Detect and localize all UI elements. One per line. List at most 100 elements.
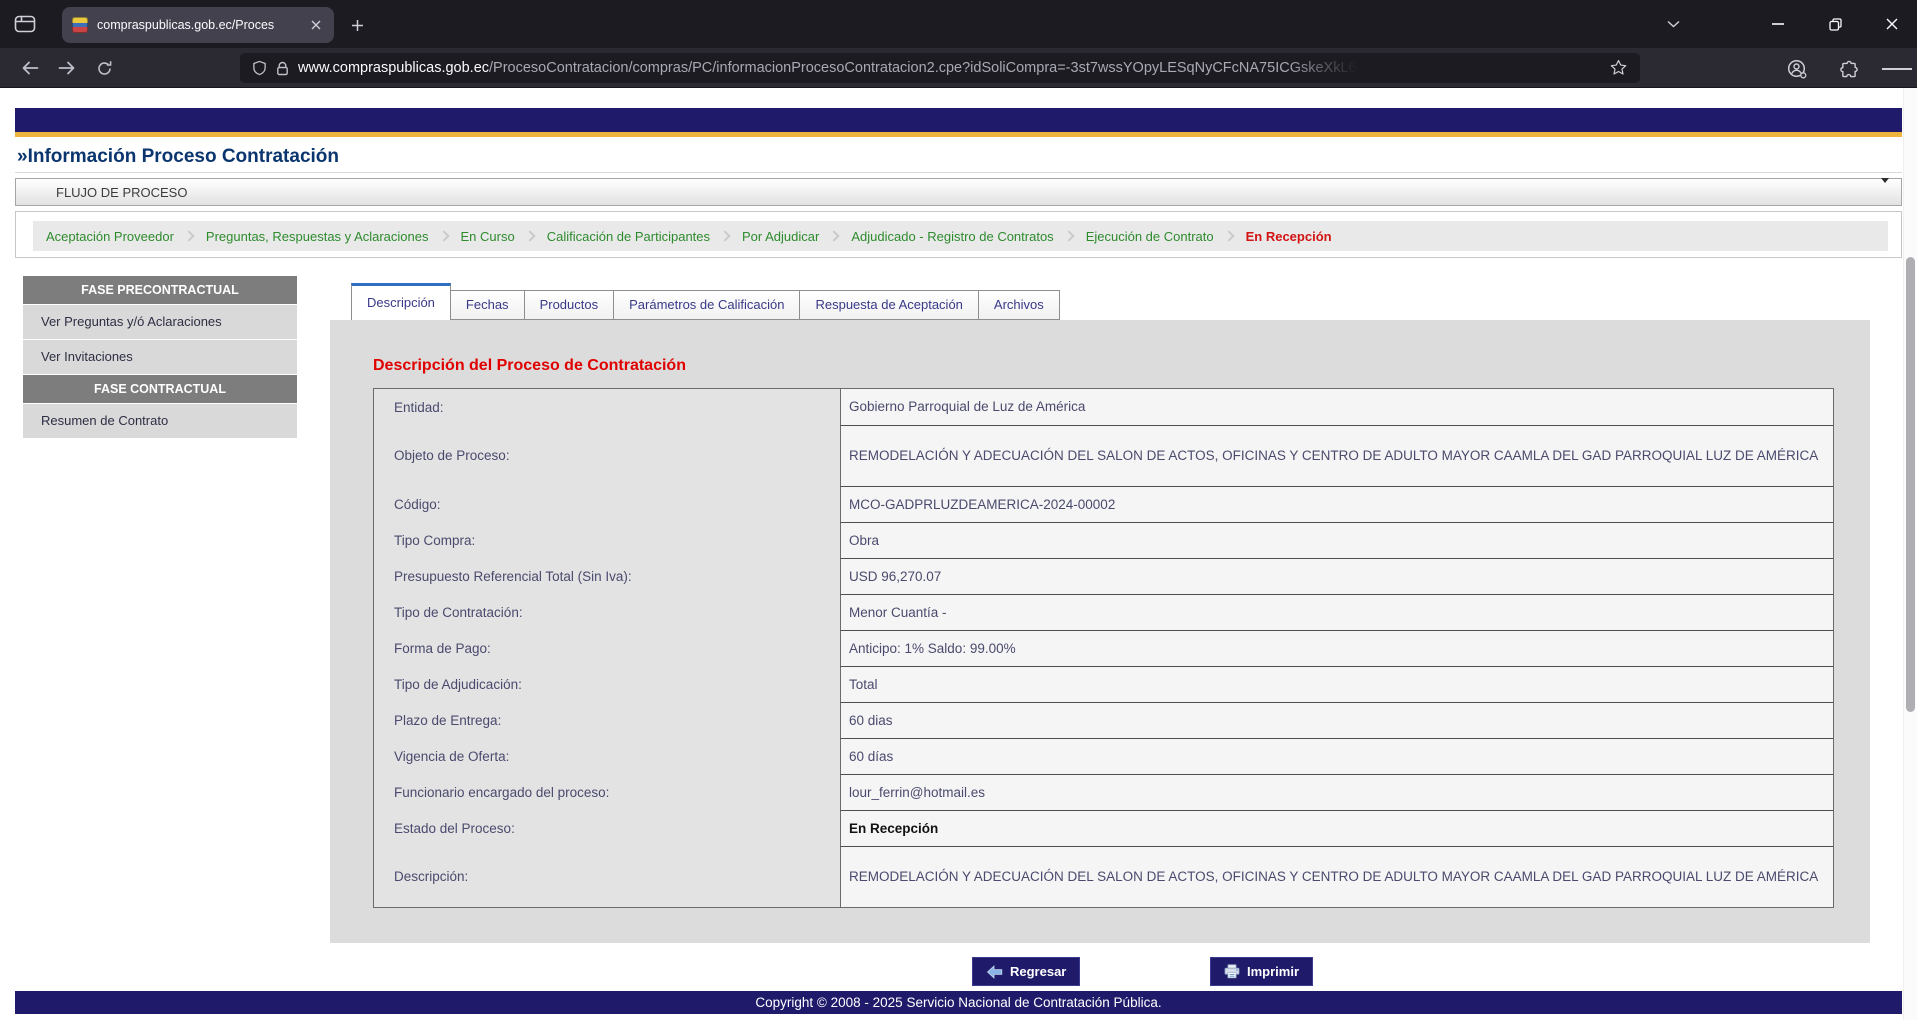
table-row-descripcion: Descripción: REMODELACIÓN Y ADECUACIÓN D… bbox=[374, 846, 1833, 907]
tracking-shield-icon[interactable] bbox=[252, 60, 267, 76]
back-arrow-icon bbox=[986, 965, 1003, 979]
row-label: Entidad: bbox=[374, 389, 840, 425]
row-value: Obra bbox=[840, 522, 1833, 558]
tab-fechas[interactable]: Fechas bbox=[451, 290, 525, 320]
process-flow-dropdown[interactable]: FLUJO DE PROCESO bbox=[15, 178, 1902, 206]
sidebar-item-resumen-contrato[interactable]: Resumen de Contrato bbox=[23, 404, 297, 438]
firefox-view-icon[interactable] bbox=[10, 9, 40, 39]
row-value: Anticipo: 1% Saldo: 99.00% bbox=[840, 630, 1833, 666]
site-favicon-icon bbox=[72, 17, 88, 33]
step-adjudicado-registro-contratos[interactable]: Adjudicado - Registro de Contratos bbox=[851, 229, 1053, 244]
tab-title: compraspublicas.gob.ec/Proces bbox=[97, 18, 306, 32]
list-tabs-chevron-icon[interactable] bbox=[1658, 9, 1688, 39]
reload-button[interactable] bbox=[88, 52, 120, 84]
tab-descripcion[interactable]: Descripción bbox=[351, 283, 451, 320]
tab-parametros-calificacion[interactable]: Parámetros de Calificación bbox=[614, 290, 800, 320]
step-current-en-recepcion: En Recepción bbox=[1246, 229, 1332, 244]
table-row-presupuesto: Presupuesto Referencial Total (Sin Iva):… bbox=[374, 558, 1833, 594]
row-label: Código: bbox=[374, 486, 840, 522]
window-close-button[interactable] bbox=[1877, 9, 1907, 39]
regresar-label: Regresar bbox=[1010, 964, 1066, 979]
window-restore-button[interactable] bbox=[1820, 9, 1850, 39]
sidebar-item-ver-preguntas[interactable]: Ver Preguntas y/ó Aclaraciones bbox=[23, 305, 297, 339]
browser-tab-bar: compraspublicas.gob.ec/Proces bbox=[0, 0, 1917, 48]
table-row-plazo-entrega: Plazo de Entrega: 60 dias bbox=[374, 702, 1833, 738]
scrollbar-thumb[interactable] bbox=[1906, 257, 1915, 712]
row-value: Gobierno Parroquial de Luz de América bbox=[840, 389, 1833, 425]
row-label: Forma de Pago: bbox=[374, 630, 840, 666]
breadcrumb-separator-icon bbox=[524, 230, 535, 241]
back-button[interactable] bbox=[14, 52, 46, 84]
row-label: Presupuesto Referencial Total (Sin Iva): bbox=[374, 558, 840, 594]
site-header-band bbox=[15, 108, 1902, 132]
action-buttons-row: Regresar Imprimir bbox=[330, 943, 1870, 991]
section-heading: Descripción del Proceso de Contratación bbox=[373, 357, 1834, 375]
table-row-tipo-contratacion: Tipo de Contratación: Menor Cuantía - bbox=[374, 594, 1833, 630]
url-bar[interactable]: www.compraspublicas.gob.ec/ProcesoContra… bbox=[240, 53, 1640, 83]
row-label: Objeto de Proceso: bbox=[374, 425, 840, 486]
row-label: Funcionario encargado del proceso: bbox=[374, 774, 840, 810]
sidebar-header-fase-contractual: FASE CONTRACTUAL bbox=[23, 375, 297, 403]
forward-button[interactable] bbox=[51, 52, 83, 84]
row-value: Menor Cuantía - bbox=[840, 594, 1833, 630]
process-steps-container: Aceptación Proveedor Preguntas, Respuest… bbox=[15, 211, 1902, 258]
lock-icon[interactable] bbox=[276, 61, 289, 76]
table-row-objeto-proceso: Objeto de Proceso: REMODELACIÓN Y ADECUA… bbox=[374, 425, 1833, 486]
window-minimize-button[interactable] bbox=[1763, 9, 1793, 39]
regresar-button[interactable]: Regresar bbox=[972, 957, 1080, 986]
table-row-vigencia-oferta: Vigencia de Oferta: 60 días bbox=[374, 738, 1833, 774]
browser-toolbar: www.compraspublicas.gob.ec/ProcesoContra… bbox=[0, 48, 1917, 88]
breadcrumb-separator-icon bbox=[1063, 230, 1074, 241]
row-label: Descripción: bbox=[374, 846, 840, 907]
url-domain: www.compraspublicas.gob.ec bbox=[298, 60, 489, 76]
extensions-puzzle-icon[interactable] bbox=[1834, 54, 1864, 84]
table-row-forma-pago: Forma de Pago: Anticipo: 1% Saldo: 99.00… bbox=[374, 630, 1833, 666]
breadcrumb-separator-icon bbox=[1223, 230, 1234, 241]
process-details-table: Entidad: Gobierno Parroquial de Luz de A… bbox=[373, 388, 1834, 908]
row-value: 60 días bbox=[840, 738, 1833, 774]
process-steps-breadcrumb: Aceptación Proveedor Preguntas, Respuest… bbox=[33, 221, 1888, 251]
dropdown-caret-icon bbox=[1881, 183, 1889, 201]
page-title: »Información Proceso Contratación bbox=[15, 137, 1902, 173]
row-value: REMODELACIÓN Y ADECUACIÓN DEL SALON DE A… bbox=[840, 846, 1833, 907]
step-aceptacion-proveedor[interactable]: Aceptación Proveedor bbox=[46, 229, 174, 244]
page-viewport: »Información Proceso Contratación FLUJO … bbox=[0, 88, 1917, 1020]
row-label: Tipo de Contratación: bbox=[374, 594, 840, 630]
detail-tabs: Descripción Fechas Productos Parámetros … bbox=[330, 283, 1870, 320]
imprimir-button[interactable]: Imprimir bbox=[1210, 957, 1313, 986]
sidebar-item-ver-invitaciones[interactable]: Ver Invitaciones bbox=[23, 340, 297, 374]
printer-icon bbox=[1224, 964, 1240, 979]
step-ejecucion-contrato[interactable]: Ejecución de Contrato bbox=[1086, 229, 1214, 244]
tab-panel-descripcion: Descripción del Proceso de Contratación … bbox=[330, 320, 1870, 943]
new-tab-button[interactable] bbox=[346, 14, 368, 36]
imprimir-label: Imprimir bbox=[1247, 964, 1299, 979]
bookmark-star-icon[interactable] bbox=[1609, 58, 1628, 77]
step-calificacion-participantes[interactable]: Calificación de Participantes bbox=[547, 229, 710, 244]
row-value: REMODELACIÓN Y ADECUACIÓN DEL SALON DE A… bbox=[840, 425, 1833, 486]
tab-close-icon[interactable] bbox=[306, 15, 326, 35]
row-value: MCO-GADPRLUZDEAMERICA-2024-00002 bbox=[840, 486, 1833, 522]
step-en-curso[interactable]: En Curso bbox=[461, 229, 515, 244]
row-label: Vigencia de Oferta: bbox=[374, 738, 840, 774]
browser-tab[interactable]: compraspublicas.gob.ec/Proces bbox=[62, 7, 334, 43]
step-preguntas-respuestas[interactable]: Preguntas, Respuestas y Aclaraciones bbox=[206, 229, 429, 244]
url-path: /ProcesoContratacion/compras/PC/informac… bbox=[489, 60, 1357, 76]
breadcrumb-separator-icon bbox=[183, 230, 194, 241]
table-row-tipo-compra: Tipo Compra: Obra bbox=[374, 522, 1833, 558]
url-text: www.compraspublicas.gob.ec/ProcesoContra… bbox=[298, 60, 1357, 76]
table-row-funcionario: Funcionario encargado del proceso: lour_… bbox=[374, 774, 1833, 810]
row-label: Tipo Compra: bbox=[374, 522, 840, 558]
row-value: lour_ferrin@hotmail.es bbox=[840, 774, 1833, 810]
menu-hamburger-icon[interactable] bbox=[1882, 54, 1912, 84]
sidebar-menu: FASE PRECONTRACTUAL Ver Preguntas y/ó Ac… bbox=[23, 276, 297, 439]
table-row-estado-proceso: Estado del Proceso: En Recepción bbox=[374, 810, 1833, 846]
breadcrumb-separator-icon bbox=[438, 230, 449, 241]
tab-productos[interactable]: Productos bbox=[525, 290, 615, 320]
tab-respuesta-aceptacion[interactable]: Respuesta de Aceptación bbox=[800, 290, 978, 320]
tab-archivos[interactable]: Archivos bbox=[979, 290, 1060, 320]
row-label: Tipo de Adjudicación: bbox=[374, 666, 840, 702]
account-icon[interactable] bbox=[1782, 54, 1812, 84]
table-row-entidad: Entidad: Gobierno Parroquial de Luz de A… bbox=[374, 389, 1833, 425]
copyright-footer: Copyright © 2008 - 2025 Servicio Naciona… bbox=[15, 991, 1902, 1014]
step-por-adjudicar[interactable]: Por Adjudicar bbox=[742, 229, 819, 244]
